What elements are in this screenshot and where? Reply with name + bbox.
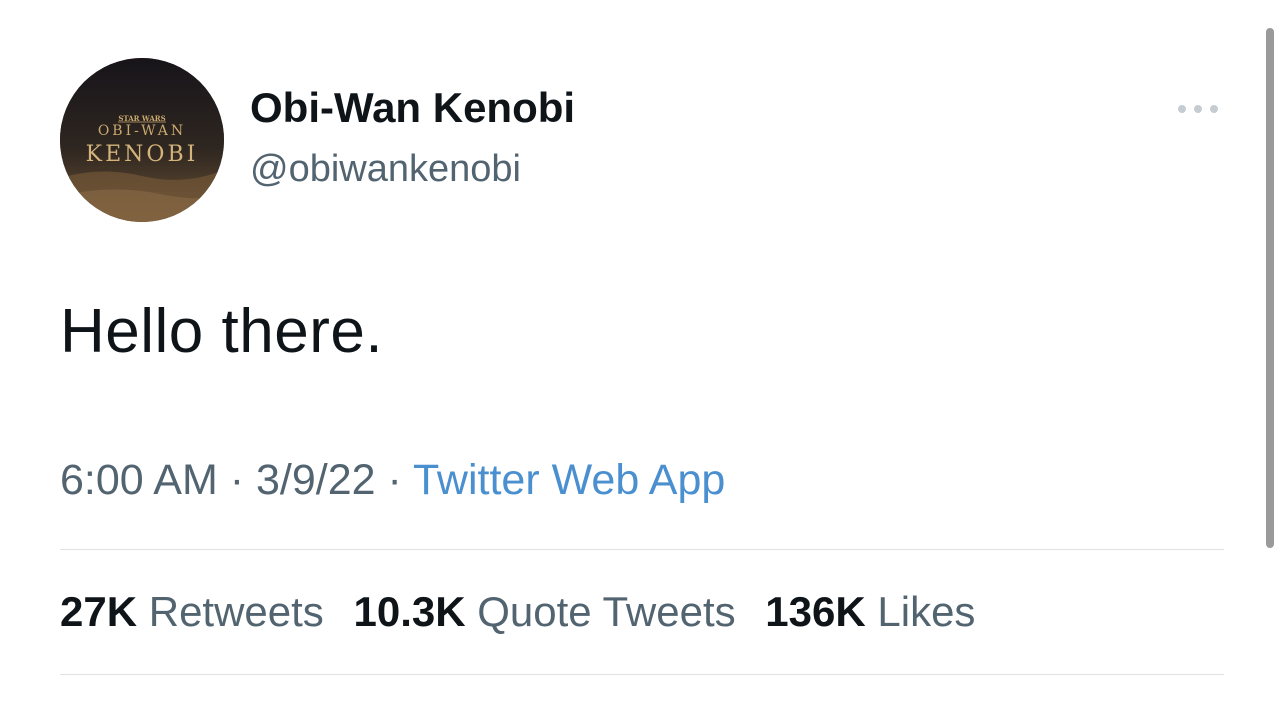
tweet-text: Hello there. [60, 297, 384, 366]
display-name[interactable]: Obi-Wan Kenobi [250, 84, 575, 132]
svg-text:STAR WARS: STAR WARS [118, 114, 165, 123]
tweet-time[interactable]: 6:00 AM [60, 456, 218, 504]
tweet-date[interactable]: 3/9/22 [256, 456, 376, 504]
likes-label: Likes [877, 588, 976, 635]
retweets-stat[interactable]: 27K Retweets [60, 588, 324, 636]
svg-text:KENOBI: KENOBI [86, 142, 199, 167]
avatar[interactable]: STAR WARS OBI-WAN KENOBI [60, 58, 224, 222]
tweet-stats: 27K Retweets 10.3K Quote Tweets 136K Lik… [60, 588, 993, 636]
user-handle[interactable]: @obiwankenobi [250, 148, 521, 191]
tweet-detail: STAR WARS OBI-WAN KENOBI Obi-Wan Kenobi … [0, 0, 1284, 702]
retweets-count: 27K [60, 588, 138, 635]
meta-separator: · [387, 456, 402, 504]
svg-text:OBI-WAN: OBI-WAN [98, 123, 186, 139]
divider [60, 674, 1224, 675]
likes-count: 136K [765, 588, 866, 635]
divider [60, 549, 1224, 550]
tweet-source-link[interactable]: Twitter Web App [413, 456, 725, 504]
retweets-label: Retweets [148, 588, 324, 635]
quote-tweets-stat[interactable]: 10.3K Quote Tweets [353, 588, 735, 636]
likes-stat[interactable]: 136K Likes [765, 588, 975, 636]
quote-tweets-label: Quote Tweets [477, 588, 736, 635]
more-horizontal-icon [1178, 105, 1218, 113]
meta-separator: · [229, 456, 245, 504]
scrollbar[interactable] [1266, 28, 1274, 548]
tweet-meta: 6:00 AM · 3/9/22 · Twitter Web App [60, 456, 725, 505]
more-options-button[interactable] [1170, 92, 1226, 126]
obi-wan-kenobi-logo: STAR WARS OBI-WAN KENOBI [60, 58, 224, 222]
quote-tweets-count: 10.3K [353, 588, 466, 635]
